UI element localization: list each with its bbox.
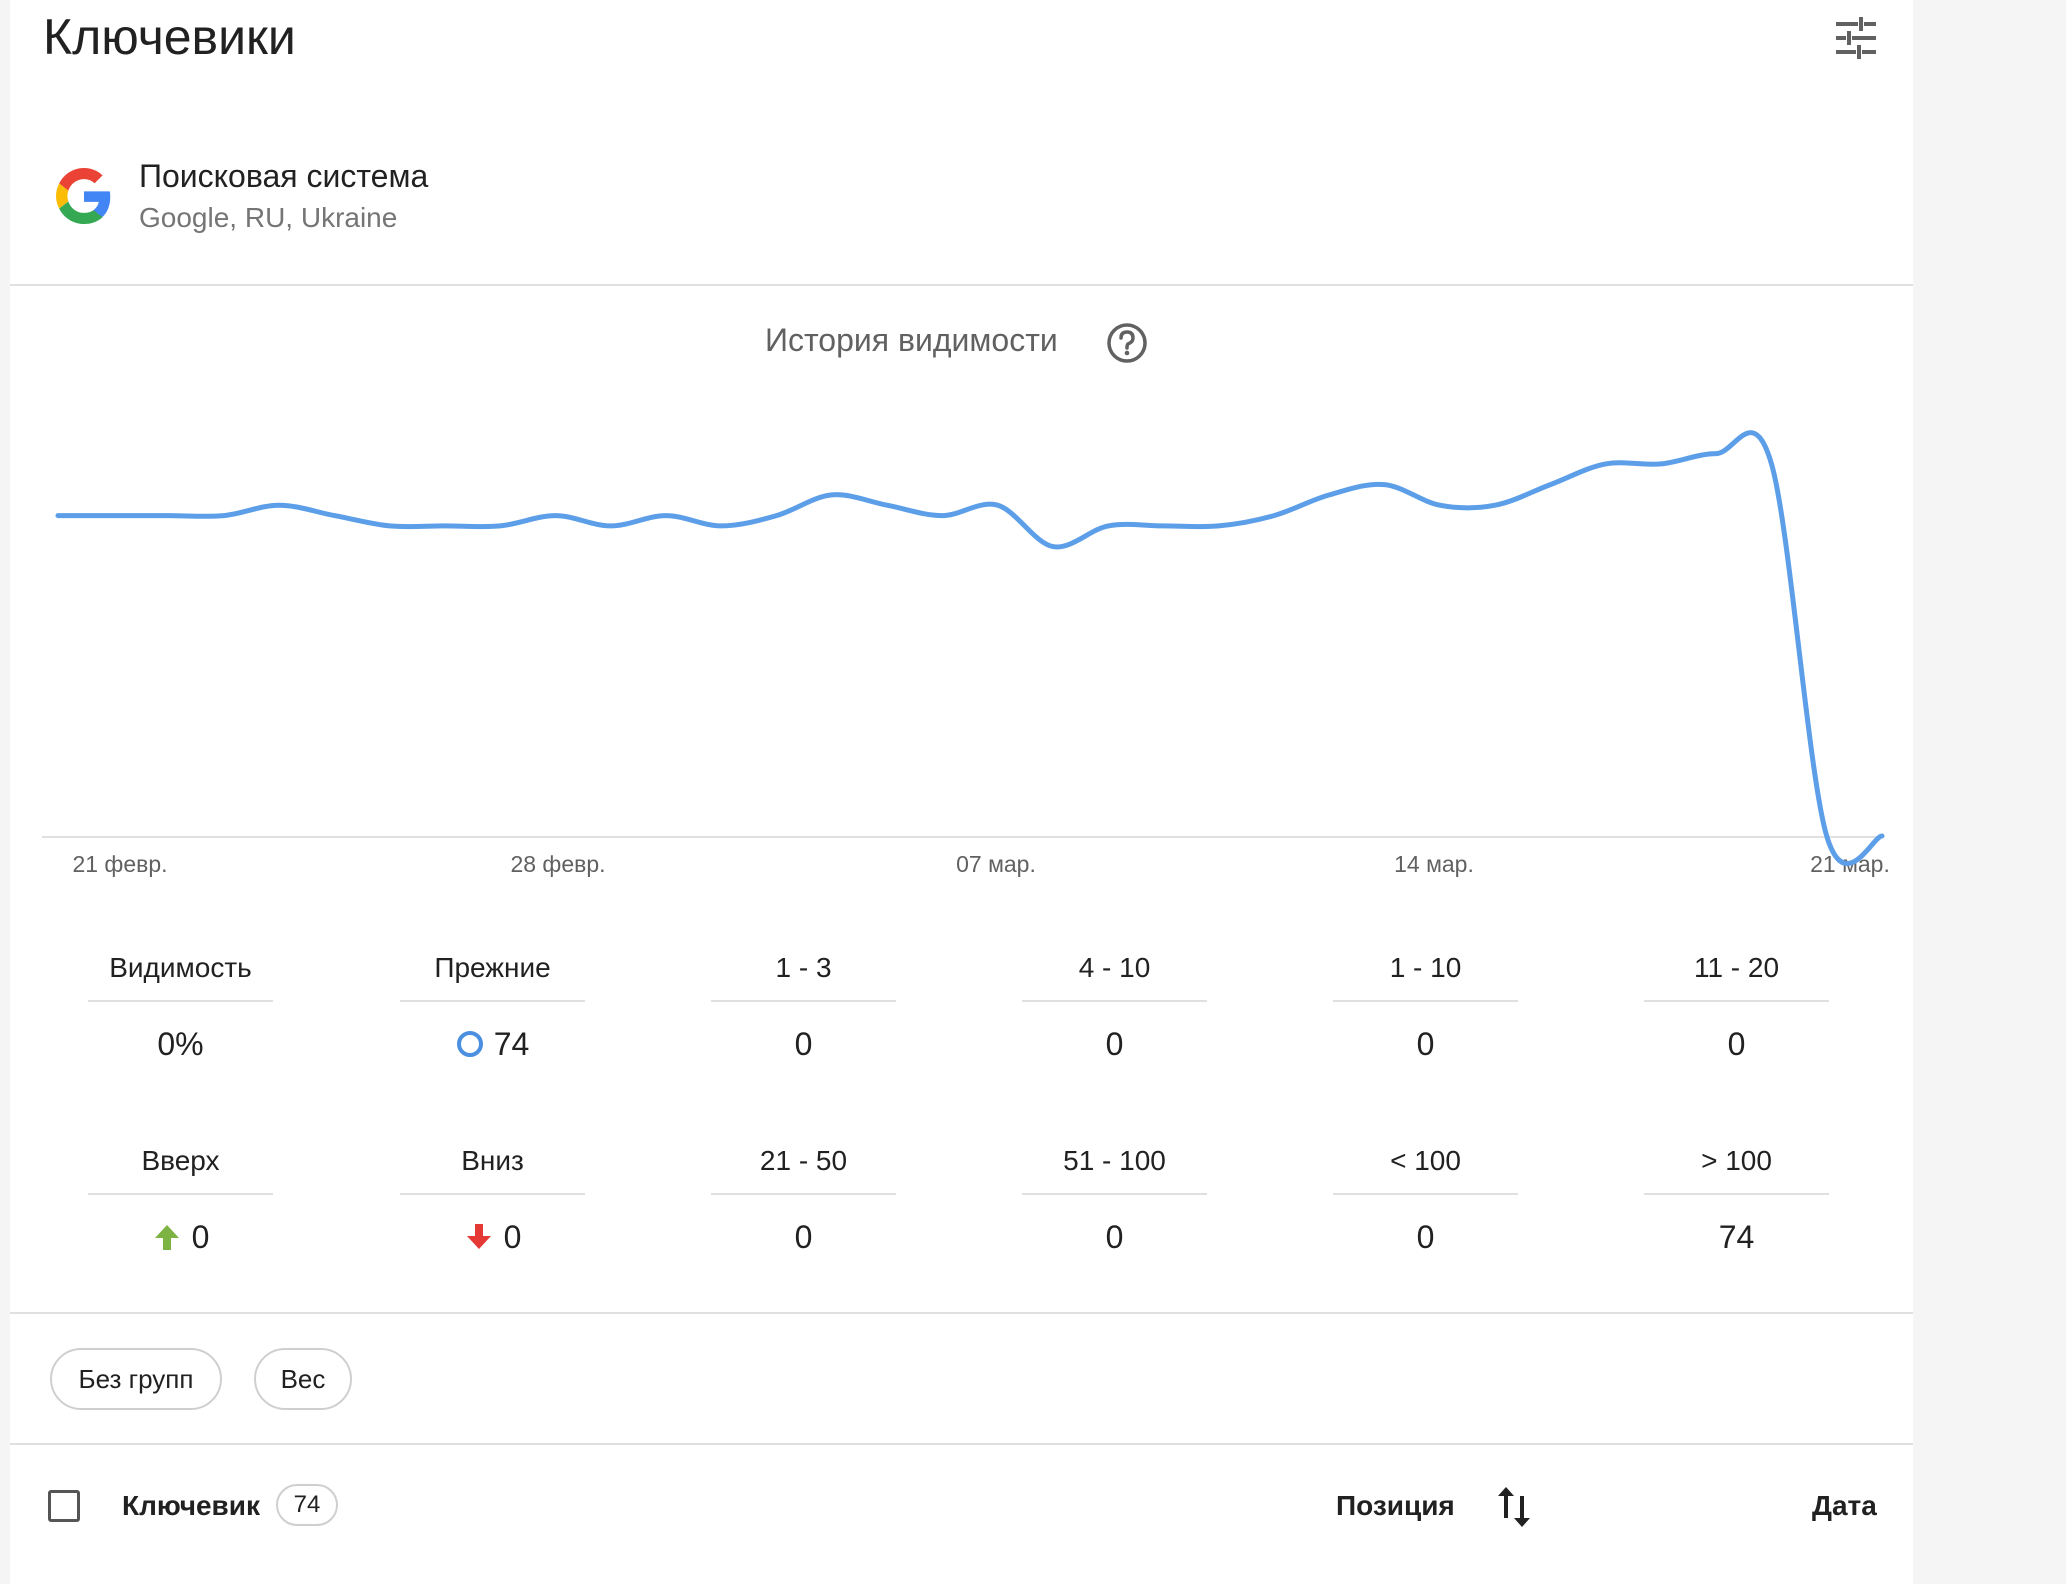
chart-title: История видимости bbox=[765, 322, 1058, 358]
position-column-header[interactable]: Позиция bbox=[1336, 1490, 1455, 1522]
stat-label: Вверх bbox=[141, 1145, 220, 1176]
stat-divider bbox=[1022, 1000, 1207, 1002]
stat-cell: 11 - 20 0 bbox=[1644, 944, 1829, 1066]
stat-cell: Вниз 0 bbox=[400, 1137, 585, 1259]
stat-divider bbox=[1333, 1193, 1518, 1195]
stat-label: Прежние bbox=[434, 952, 551, 983]
stat-value-text: 0 bbox=[503, 1219, 522, 1255]
stat-label: 51 - 100 bbox=[1063, 1145, 1166, 1176]
stat-divider bbox=[711, 1193, 896, 1195]
keyword-column-header[interactable]: Ключевик bbox=[122, 1490, 260, 1522]
stat-divider bbox=[400, 1193, 585, 1195]
arrow-down-icon bbox=[466, 1224, 491, 1249]
stat-divider bbox=[1644, 1000, 1829, 1002]
stat-value-text: 0 bbox=[794, 1219, 813, 1255]
x-tick-label: 07 мар. bbox=[956, 851, 1036, 877]
search-engine-label: Поисковая система bbox=[139, 158, 429, 194]
stat-cell: Вверх 0 bbox=[88, 1137, 273, 1259]
stat-cell: Прежние 74 bbox=[400, 944, 585, 1066]
stat-divider bbox=[88, 1000, 273, 1002]
stat-value-text: 0 bbox=[1727, 1026, 1746, 1062]
no-groups-chip[interactable]: Без групп bbox=[50, 1348, 222, 1410]
stat-value-text: 0 bbox=[1416, 1026, 1435, 1062]
stat-cell: Видимость 0% bbox=[88, 944, 273, 1066]
stat-cell: > 100 74 bbox=[1644, 1137, 1829, 1259]
stat-divider bbox=[400, 1000, 585, 1002]
divider bbox=[10, 1312, 1913, 1314]
stat-value: 0 bbox=[711, 1215, 896, 1259]
stat-value: 74 bbox=[400, 1022, 585, 1066]
search-engine-details: Google, RU, Ukraine bbox=[139, 202, 398, 233]
stat-cell: 1 - 3 0 bbox=[711, 944, 896, 1066]
x-tick-label: 21 февр. bbox=[72, 851, 167, 877]
visibility-chart: 21 февр. 28 февр. 07 мар. 14 мар. 21 мар. bbox=[42, 430, 1890, 877]
stat-cell: 4 - 10 0 bbox=[1022, 944, 1207, 1066]
table-header: Ключевик 74 Позиция Дата bbox=[10, 1444, 1913, 1574]
stat-value: 0 bbox=[400, 1215, 585, 1259]
x-tick-label: 28 февр. bbox=[510, 851, 605, 877]
weight-chip[interactable]: Вес bbox=[254, 1348, 352, 1410]
stat-value: 0 bbox=[1022, 1215, 1207, 1259]
stat-value-text: 0 bbox=[1416, 1219, 1435, 1255]
stat-cell: < 100 0 bbox=[1333, 1137, 1518, 1259]
sort-icon[interactable] bbox=[1494, 1484, 1534, 1530]
select-all-checkbox[interactable] bbox=[48, 1490, 80, 1522]
stat-divider bbox=[1644, 1193, 1829, 1195]
stat-value: 0 bbox=[1333, 1022, 1518, 1066]
x-tick-label: 14 мар. bbox=[1394, 851, 1474, 877]
stat-divider bbox=[711, 1000, 896, 1002]
stat-label: < 100 bbox=[1390, 1145, 1461, 1176]
stat-value: 0 bbox=[1022, 1022, 1207, 1066]
stat-value: 0 bbox=[88, 1215, 273, 1259]
stat-label: > 100 bbox=[1701, 1145, 1772, 1176]
stat-label: Вниз bbox=[461, 1145, 524, 1176]
stat-divider bbox=[1333, 1000, 1518, 1002]
stat-cell: 51 - 100 0 bbox=[1022, 1137, 1207, 1259]
divider bbox=[10, 284, 1913, 286]
page-title: Ключевики bbox=[43, 9, 296, 65]
arrow-up-icon bbox=[154, 1225, 179, 1250]
help-icon[interactable] bbox=[1106, 322, 1148, 364]
stat-label: 1 - 3 bbox=[775, 952, 832, 983]
stat-cell: 1 - 10 0 bbox=[1333, 944, 1518, 1066]
stat-value-text: 74 bbox=[493, 1026, 530, 1062]
stat-cell: 21 - 50 0 bbox=[711, 1137, 896, 1259]
date-column-header[interactable]: Дата bbox=[1812, 1490, 1877, 1522]
stat-value-text: 74 bbox=[1718, 1219, 1755, 1255]
stat-label: 1 - 10 bbox=[1389, 952, 1462, 983]
stat-divider bbox=[1022, 1193, 1207, 1195]
keyword-count-badge: 74 bbox=[276, 1484, 338, 1526]
stat-label: 4 - 10 bbox=[1078, 952, 1151, 983]
stat-label: 21 - 50 bbox=[759, 1145, 848, 1176]
stat-divider bbox=[88, 1193, 273, 1195]
stat-value-text: 0% bbox=[157, 1026, 204, 1062]
stat-value: 0 bbox=[711, 1022, 896, 1066]
stat-value-text: 0 bbox=[1105, 1026, 1124, 1062]
stat-value: 0 bbox=[1333, 1215, 1518, 1259]
filter-settings-icon[interactable] bbox=[1832, 16, 1880, 60]
stat-value: 0 bbox=[1644, 1022, 1829, 1066]
keywords-card: Ключевики Поисковая система Google, RU, … bbox=[10, 0, 1913, 1584]
stat-value: 74 bbox=[1644, 1215, 1829, 1259]
stat-value-text: 0 bbox=[1105, 1219, 1124, 1255]
stat-label: 11 - 20 bbox=[1693, 952, 1780, 983]
stat-value: 0% bbox=[88, 1022, 273, 1066]
google-logo-icon bbox=[56, 168, 111, 224]
stat-value-text: 0 bbox=[794, 1026, 813, 1062]
stat-value-text: 0 bbox=[191, 1219, 210, 1255]
stat-label: Видимость bbox=[109, 952, 252, 983]
visibility-series-line bbox=[55, 430, 1885, 866]
previous-circle-icon bbox=[456, 1031, 483, 1057]
